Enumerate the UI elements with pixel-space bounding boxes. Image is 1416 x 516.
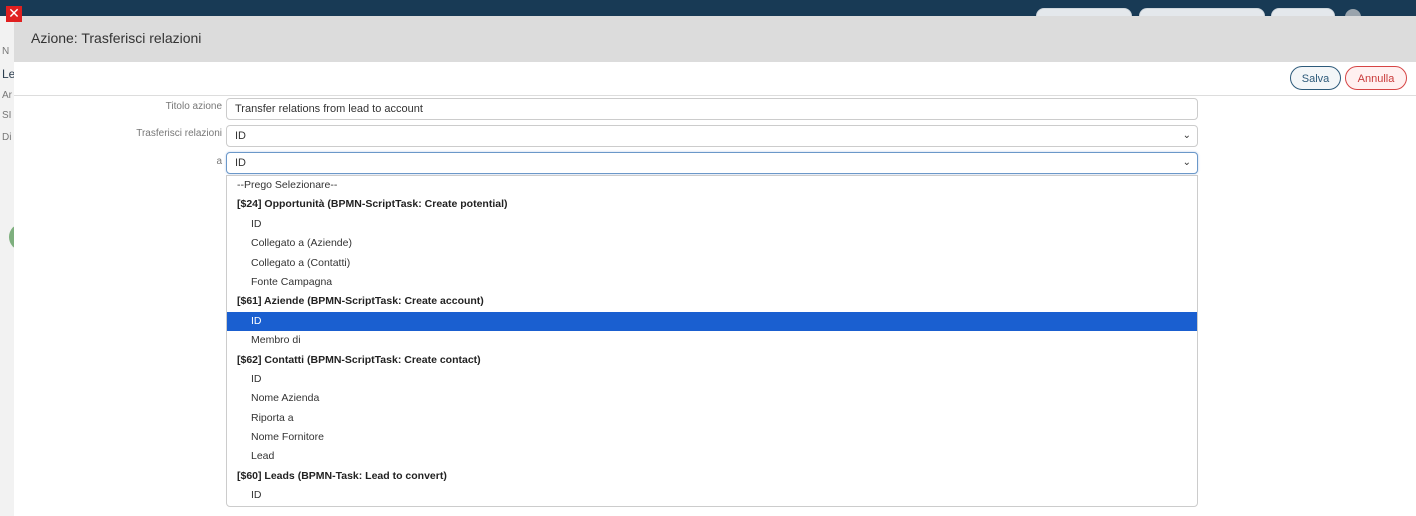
dropdown-option[interactable]: ID bbox=[227, 486, 1197, 505]
action-title-input[interactable]: Transfer relations from lead to account bbox=[226, 98, 1198, 120]
chevron-down-icon: ⌄ bbox=[1182, 130, 1191, 141]
dropdown-option[interactable]: Nome Azienda bbox=[227, 389, 1197, 408]
dropdown-group-header: [$24] Opportunità (BPMN-ScriptTask: Crea… bbox=[237, 198, 508, 211]
dropdown-option[interactable]: Riporta a bbox=[227, 409, 1197, 428]
dropdown-option[interactable]: --Prego Selezionare-- bbox=[227, 176, 1197, 195]
dropdown-option[interactable]: Lead bbox=[227, 447, 1197, 466]
to-select-options-list: --Prego Selezionare-- [$24] Opportunità (… bbox=[226, 175, 1198, 507]
transfer-relations-select[interactable]: ID ⌄ bbox=[226, 125, 1198, 147]
modal-header: Azione: Trasferisci relazioni bbox=[14, 16, 1416, 62]
dropdown-option[interactable]: ID bbox=[227, 215, 1197, 234]
dropdown-option[interactable]: ID bbox=[227, 311, 1197, 332]
dropdown-option[interactable]: Membro di bbox=[227, 331, 1197, 350]
to-select-value: ID bbox=[235, 157, 246, 169]
action-modal: Azione: Trasferisci relazioni Salva Annu… bbox=[14, 16, 1416, 516]
dropdown-option[interactable]: Fonte Campagna bbox=[227, 273, 1197, 292]
to-select[interactable]: ID ⌄ bbox=[226, 152, 1198, 174]
close-icon[interactable]: ✕ bbox=[6, 6, 22, 22]
save-button[interactable]: Salva bbox=[1290, 66, 1341, 90]
to-label: a bbox=[216, 156, 222, 167]
transfer-relations-label: Trasferisci relazioni bbox=[136, 128, 222, 139]
action-title-label: Titolo azione bbox=[165, 101, 222, 112]
dropdown-option[interactable]: ID bbox=[227, 370, 1197, 389]
transfer-relations-value: ID bbox=[235, 130, 246, 142]
chevron-down-icon: ⌄ bbox=[1182, 157, 1191, 168]
background-text-fragment: Di bbox=[2, 132, 12, 143]
background-text-fragment: Ar bbox=[2, 90, 12, 101]
dropdown-option[interactable]: Collegato a (Contatti) bbox=[227, 254, 1197, 273]
dropdown-option[interactable]: Nome Fornitore bbox=[227, 428, 1197, 447]
dropdown-group-header: [$61] Aziende (BPMN-ScriptTask: Create a… bbox=[237, 295, 484, 308]
cancel-button[interactable]: Annulla bbox=[1345, 66, 1407, 90]
dropdown-group-header: [$60] Leads (BPMN-Task: Lead to convert) bbox=[237, 469, 447, 482]
header-divider bbox=[14, 95, 1416, 96]
dropdown-option[interactable]: Collegato a (Aziende) bbox=[227, 234, 1197, 253]
background-text-fragment: N bbox=[2, 46, 10, 57]
modal-title: Azione: Trasferisci relazioni bbox=[31, 30, 202, 46]
background-text-fragment: SI bbox=[2, 110, 12, 121]
dropdown-group-header: [$62] Contatti (BPMN-ScriptTask: Create … bbox=[237, 353, 481, 366]
